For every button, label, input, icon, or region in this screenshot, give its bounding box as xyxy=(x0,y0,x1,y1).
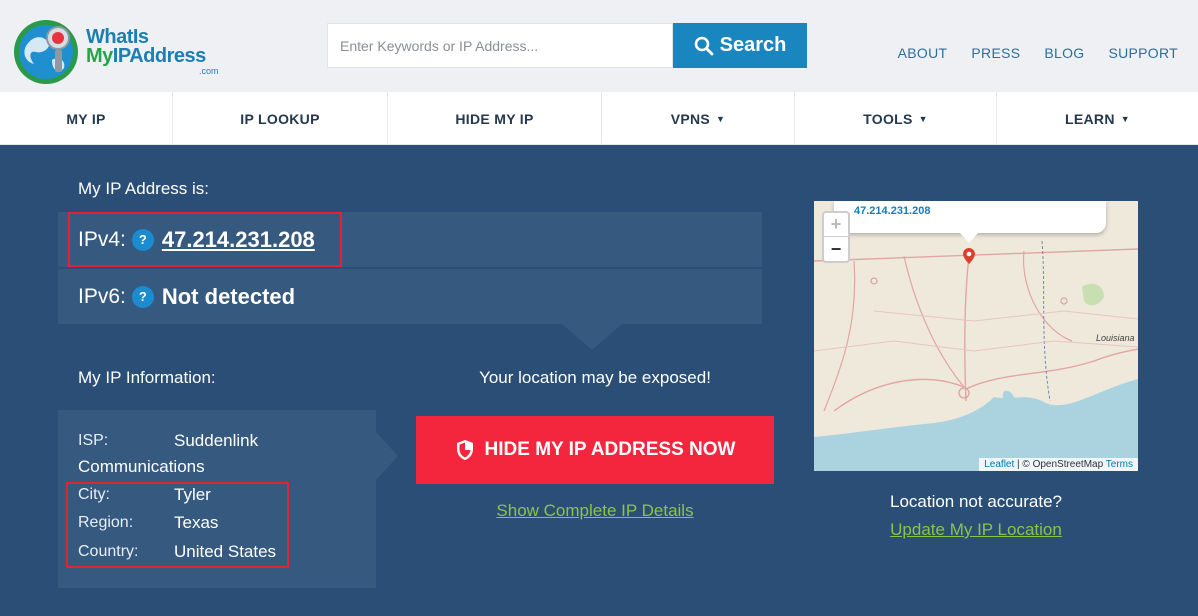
zoom-out-button[interactable]: − xyxy=(824,237,848,261)
map-pin-icon xyxy=(963,248,975,264)
nav-item-label: IP LOOKUP xyxy=(240,110,320,127)
shield-icon xyxy=(456,440,473,460)
caret-down-icon: ▼ xyxy=(716,113,726,124)
highlight-box-location xyxy=(66,482,289,568)
hide-my-ip-button[interactable]: HIDE MY IP ADDRESS NOW xyxy=(416,416,774,484)
site-logo[interactable]: WhatIs MyIPAddress .com xyxy=(12,16,222,86)
isp-value-line1: Suddenlink xyxy=(174,431,259,450)
globe-icon xyxy=(14,20,78,84)
search-button-label: Search xyxy=(719,34,787,56)
logo-suffix: .com xyxy=(199,66,219,76)
location-question: Location not accurate? xyxy=(889,492,1062,511)
info-heading: My IP Information: xyxy=(78,368,216,387)
nav-item-label: TOOLS xyxy=(863,110,913,127)
update-location-link[interactable]: Update My IP Location xyxy=(814,520,1138,540)
exposure-message: Your location may be exposed! xyxy=(479,368,711,387)
nav-item-label: LEARN xyxy=(1065,110,1115,127)
ipv6-value: Not detected xyxy=(161,283,296,309)
header: WhatIs MyIPAddress .com Search ABOUT PRE… xyxy=(0,0,1198,92)
caret-down-icon: ▼ xyxy=(1120,113,1130,124)
map-popup-ip: 47.214.231.208 xyxy=(854,205,931,217)
osm-credit: | © OpenStreetMap xyxy=(1014,459,1106,470)
ipv6-label: IPv6: xyxy=(78,284,126,308)
nav-item-ip-lookup[interactable]: IP LOOKUP xyxy=(173,92,388,145)
logo-wordmark: WhatIs MyIPAddress xyxy=(86,27,206,67)
zoom-control: + − xyxy=(822,211,850,263)
map-popup-tip xyxy=(960,233,978,243)
isp-value-line2: Communications xyxy=(78,457,205,476)
pointer-arrow xyxy=(562,324,622,350)
help-icon[interactable]: ? xyxy=(131,285,154,308)
location-map[interactable]: Louisiana 47.214.231.208 + − Leaflet | ©… xyxy=(814,201,1138,471)
map-attribution: Leaflet | © OpenStreetMap Terms xyxy=(979,458,1138,471)
nav-item-tools[interactable]: TOOLS ▼ xyxy=(795,92,997,145)
nav-item-label: HIDE MY IP xyxy=(455,110,534,127)
info-panel-arrow xyxy=(376,432,398,480)
nav-item-vpns[interactable]: VPNS ▼ xyxy=(602,92,795,145)
leaflet-link[interactable]: Leaflet xyxy=(984,459,1014,470)
top-link-support[interactable]: SUPPORT xyxy=(1108,45,1178,61)
top-link-press[interactable]: PRESS xyxy=(971,45,1020,61)
nav-item-label: VPNS xyxy=(670,110,711,127)
main-nav: MY IP IP LOOKUP HIDE MY IP VPNS ▼ TOOLS … xyxy=(0,92,1198,145)
ipv6-row: IPv6: ? Not detected xyxy=(58,269,762,324)
highlight-box-ipv4 xyxy=(68,212,342,267)
search-button[interactable]: Search xyxy=(673,23,807,68)
nav-item-hide-my-ip[interactable]: HIDE MY IP xyxy=(388,92,602,145)
nav-item-learn[interactable]: LEARN ▼ xyxy=(997,92,1198,145)
ip-heading: My IP Address is: xyxy=(78,179,210,198)
map-popup: 47.214.231.208 xyxy=(834,201,1106,233)
show-details-link[interactable]: Show Complete IP Details xyxy=(416,501,774,521)
hide-my-ip-button-label: HIDE MY IP ADDRESS NOW xyxy=(484,439,736,460)
isp-key: ISP: xyxy=(78,432,109,449)
logo-line2-blue: IPAddress xyxy=(112,45,206,67)
nav-item-my-ip[interactable]: MY IP xyxy=(0,92,173,145)
caret-down-icon: ▼ xyxy=(918,113,928,124)
top-link-blog[interactable]: BLOG xyxy=(1044,45,1084,61)
nav-item-label: MY IP xyxy=(66,110,106,127)
map-state-label: Louisiana xyxy=(1096,333,1135,343)
logo-line2-green: My xyxy=(86,45,113,67)
top-links: ABOUT PRESS BLOG SUPPORT xyxy=(898,45,1178,61)
terms-link[interactable]: Terms xyxy=(1106,459,1133,470)
search-input[interactable] xyxy=(327,23,673,68)
top-link-about[interactable]: ABOUT xyxy=(898,45,948,61)
zoom-in-button[interactable]: + xyxy=(824,213,848,237)
magnifier-icon xyxy=(694,36,714,55)
